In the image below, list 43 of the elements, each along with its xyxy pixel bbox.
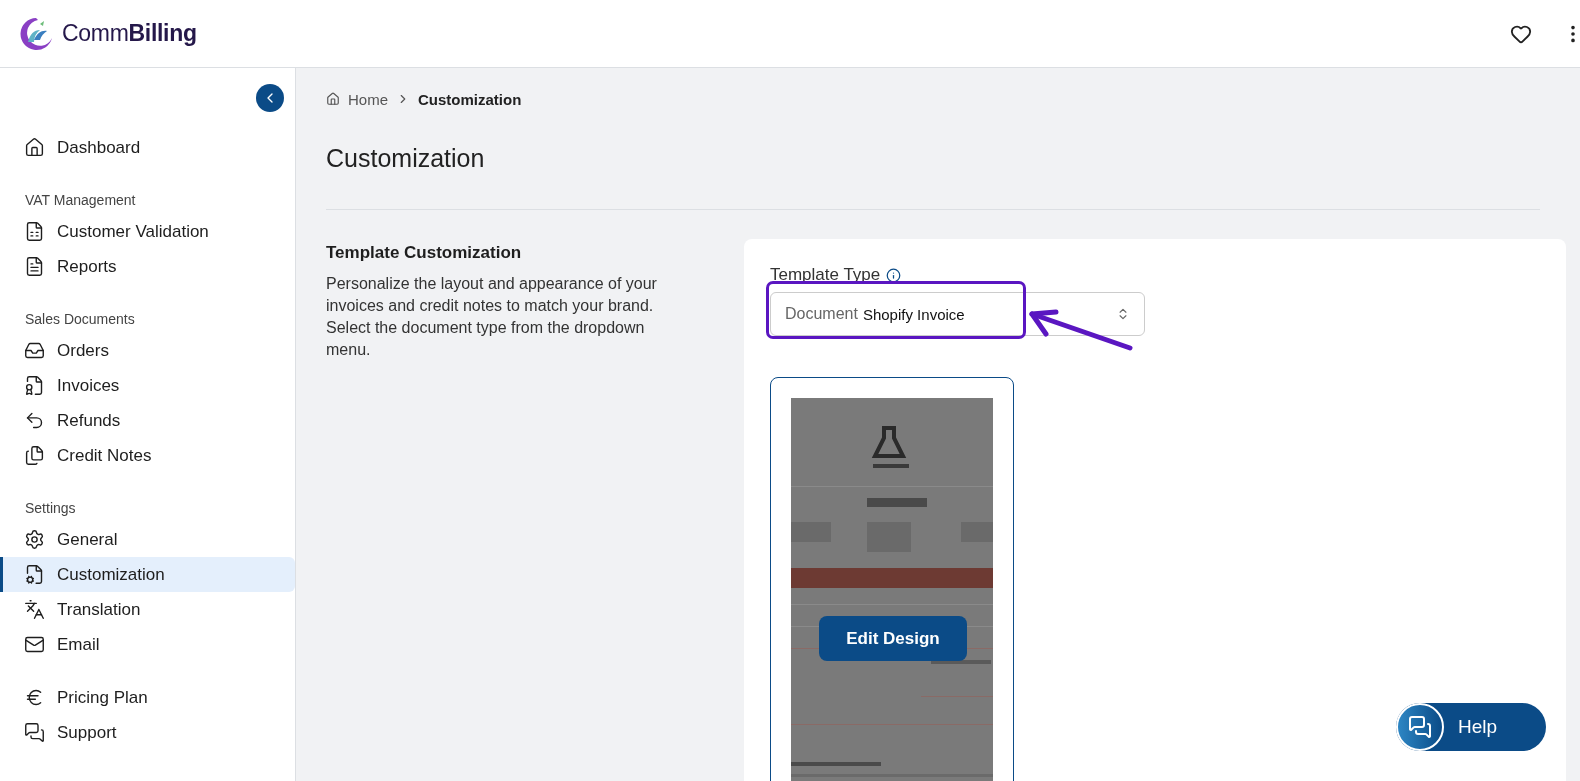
breadcrumb-link[interactable]: Home [348,90,388,108]
sidebar-item[interactable]: Orders [0,333,295,368]
sidebar-item[interactable]: Support [0,715,295,750]
template-select[interactable]: Document Shopify Invoice [770,292,1145,336]
template-preview-card[interactable]: Edit Design [770,377,1014,781]
sidebar-item[interactable]: Invoices [0,368,295,403]
sidebar-item[interactable]: Customer Validation [0,214,295,249]
sidebar-item[interactable]: Reports [0,249,295,284]
edit-design-button[interactable]: Edit Design [819,616,967,661]
sidebar-item[interactable]: Translation [0,592,295,627]
home-icon [24,137,45,158]
documents-icon [24,445,45,466]
collapse-button[interactable] [256,84,284,112]
chat-icon [1396,703,1444,751]
sidebar-item[interactable]: Email [0,627,295,662]
sidebar-item[interactable]: Customization [0,557,295,592]
home-icon [326,92,340,106]
section-heading: Sales Documents [24,310,136,329]
sidebar-item[interactable]: Credit Notes [0,438,295,473]
logo-icon [18,15,54,52]
gear-document-icon [24,564,45,585]
info-icon[interactable] [886,267,902,283]
return-arrow-icon [24,410,45,431]
inbox-icon [24,340,45,361]
breadcrumb-current: Customization [418,90,522,108]
help-button[interactable]: Help [1396,703,1546,751]
document-icon [24,221,45,242]
sidebar-item[interactable]: Dashboard [0,130,295,165]
sidebar-item[interactable]: Refunds [0,403,295,438]
section-heading: Settings [24,499,77,518]
section-title: Template Customization [326,243,523,263]
page-title: Customization [326,144,486,174]
document-icon [24,375,45,396]
sidebar-item[interactable]: Pricing Plan [0,680,295,715]
sidebar-item[interactable]: General [0,522,295,557]
section-heading: VAT Management [24,191,137,210]
section-description: Personalize the layout and appearance of your invoices and credit notes to match your brand. Select the document type from the dropdown menu. [326,274,658,360]
document-icon [24,256,45,277]
brand-name: CommBilling [62,20,197,47]
chat-icon [24,722,45,743]
mail-icon [24,634,45,655]
gear-icon [24,529,45,550]
translate-icon [24,599,45,620]
